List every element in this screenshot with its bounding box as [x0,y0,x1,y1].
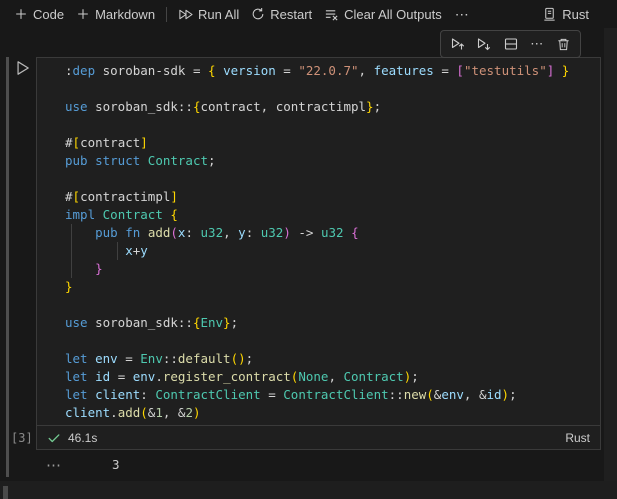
code-line[interactable]: let client: ContractClient = ContractCli… [65,386,600,404]
run-all-button[interactable]: Run All [172,4,245,25]
execute-below-button[interactable] [472,32,496,56]
plus-icon [14,7,28,21]
run-all-icon [178,7,193,22]
kernel-icon [542,7,557,22]
restart-label: Restart [270,6,313,22]
cell-more-button[interactable]: ⋯ [525,32,549,56]
toolbar-more-button[interactable]: ⋯ [448,3,477,26]
notebook-editor: Code Markdown Run All Restart Clear All … [0,0,617,499]
output-options-button[interactable]: ⋯ [44,455,64,475]
code-editor[interactable]: :dep soroban-sdk = { version = "22.0.7",… [37,58,600,425]
delete-cell-button[interactable] [551,32,575,56]
clear-all-outputs-button[interactable]: Clear All Outputs [318,4,448,25]
play-icon [13,59,31,77]
restart-icon [251,7,265,21]
add-code-button[interactable]: Code [8,4,70,25]
scrollbar-track[interactable] [604,28,617,499]
indent-guide [117,242,118,260]
code-line[interactable]: } [65,260,600,278]
success-check-icon [47,431,61,445]
code-line[interactable] [65,80,600,98]
toolbar-separator [166,6,168,22]
kernel-name-label: Rust [562,6,589,22]
restart-button[interactable]: Restart [245,4,318,25]
code-line[interactable] [65,332,600,350]
code-line[interactable]: use soroban_sdk::{contract, contractimpl… [65,98,600,116]
plus-icon [76,7,90,21]
code-line[interactable]: } [65,278,600,296]
kernel-picker[interactable]: Rust [536,4,595,25]
cell-language-picker[interactable]: Rust [565,431,590,445]
code-line[interactable]: let env = Env::default(); [65,350,600,368]
code-line[interactable]: :dep soroban-sdk = { version = "22.0.7",… [65,62,600,80]
code-line[interactable]: use soroban_sdk::{Env}; [65,314,600,332]
notebook-toolbar: Code Markdown Run All Restart Clear All … [0,0,617,28]
code-cell: :dep soroban-sdk = { version = "22.0.7",… [36,57,601,450]
output-value: 3 [112,457,120,472]
code-line[interactable] [65,116,600,134]
left-scrollbar-thumb[interactable] [3,486,8,499]
code-line[interactable]: pub fn add(x: u32, y: u32) -> u32 { [65,224,600,242]
code-line[interactable]: pub struct Contract; [65,152,600,170]
code-line[interactable] [65,170,600,188]
code-line[interactable]: #[contract] [65,134,600,152]
clear-outputs-icon [324,7,339,22]
indent-guide [71,224,72,278]
run-cell-button[interactable] [12,58,32,78]
code-line[interactable]: x+y [65,242,600,260]
cell-focus-indicator [6,57,9,477]
cell-status-bar: 46.1s Rust [37,425,600,449]
code-line[interactable]: impl Contract { [65,206,600,224]
code-line[interactable]: client.add(&1, &2) [65,404,600,422]
execution-duration: 46.1s [68,430,98,445]
add-markdown-label: Markdown [95,6,156,22]
execute-above-button[interactable] [446,32,470,56]
clear-all-outputs-label: Clear All Outputs [344,6,442,22]
add-markdown-button[interactable]: Markdown [70,4,161,25]
cell-toolbar: ⋯ [440,30,581,58]
run-all-label: Run All [198,6,240,22]
add-code-label: Code [33,6,65,22]
code-line[interactable]: #[contractimpl] [65,188,600,206]
execution-count: [3] [11,431,33,445]
code-line[interactable]: let id = env.register_contract(None, Con… [65,368,600,386]
code-line[interactable] [65,296,600,314]
split-cell-button[interactable] [499,32,523,56]
below-cell-area [0,481,617,499]
